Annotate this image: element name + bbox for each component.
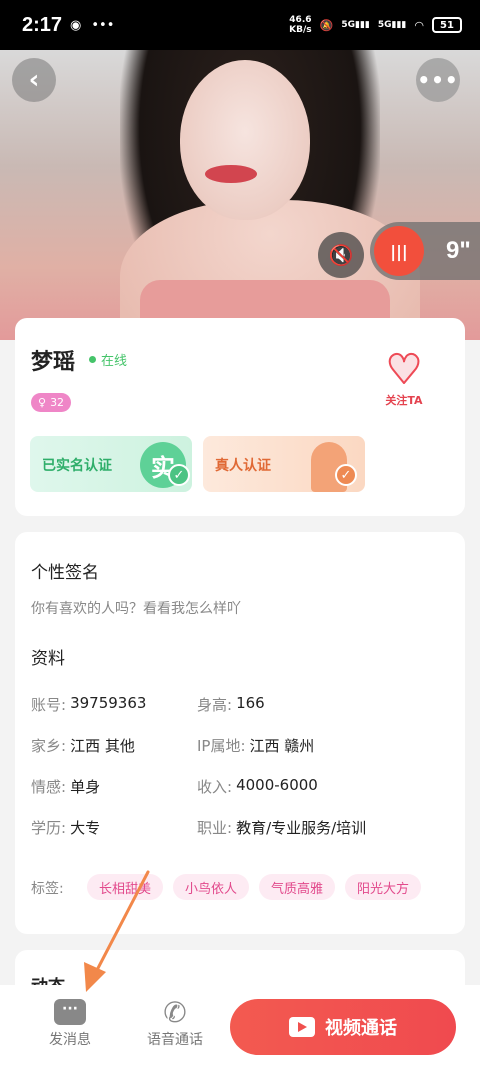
follow-button[interactable]: ♥ 关注TA	[379, 347, 429, 408]
voice-call-button[interactable]: ✆ 语音通话	[135, 995, 215, 1049]
check-icon: ✓	[335, 464, 357, 486]
details-title: 资料	[31, 649, 65, 669]
tag-item: 气质高雅	[259, 874, 336, 900]
voice-intro-button[interactable]: ||| 9"	[370, 222, 480, 280]
real-person-verified-badge: 真人认证 ✓	[203, 436, 365, 492]
field-account: 账号: 39759363	[31, 694, 147, 714]
net-speed: 46.6 KB/s	[289, 15, 312, 35]
battery-icon: 51	[432, 17, 462, 33]
bottom-action-bar: ··· 发消息 ✆ 语音通话 视频通话	[0, 985, 480, 1066]
video-camera-icon	[289, 1017, 315, 1037]
signal-icon: 5G▮▮▮	[341, 20, 370, 30]
tag-item: 小鸟依人	[173, 874, 250, 900]
video-call-button[interactable]: 视频通话	[230, 999, 456, 1055]
age-badge: ♀ 32	[31, 393, 72, 412]
field-income: 收入: 4000-6000	[197, 776, 318, 796]
online-dot-icon	[89, 356, 96, 363]
wifi-icon: ◠	[414, 18, 424, 32]
check-icon: ✓	[168, 464, 190, 486]
field-occupation: 职业: 教育/专业服务/培训	[197, 819, 367, 837]
heart-icon: ♥	[385, 347, 423, 393]
tag-item: 长相甜美	[87, 874, 164, 900]
phone-icon: ✆	[163, 995, 187, 1029]
more-dots-icon: •••	[91, 17, 115, 33]
voice-duration: 9"	[446, 237, 471, 264]
message-icon: ···	[54, 999, 86, 1025]
female-icon: ♀	[38, 396, 47, 409]
sound-toggle-button[interactable]: 🔇	[318, 232, 364, 278]
signal-icon-2: 5G▮▮▮	[377, 20, 407, 30]
profile-card: 梦瑶 在线 ♀ 32 ♥ 关注TA 已实名认证 实 ✓ 真人认证 ✓	[15, 318, 465, 516]
profile-photo[interactable]	[0, 50, 480, 340]
field-education: 学历: 大专	[31, 819, 101, 837]
field-height: 身高: 166	[197, 694, 265, 714]
field-ip-location: IP属地: 江西 赣州	[197, 737, 315, 755]
tags-label: 标签:	[31, 881, 64, 897]
signature-title: 个性签名	[31, 563, 99, 583]
back-icon: ‹	[28, 65, 40, 95]
tag-item: 阳光大方	[345, 874, 422, 900]
status-time: 2:17	[22, 13, 63, 36]
follow-label: 关注TA	[385, 394, 423, 407]
status-bar: 2:17 ◉ ••• 46.6 KB/s 🔕 5G▮▮▮ 5G▮▮▮ ◠ 51	[0, 0, 480, 50]
signature-text: 你有喜欢的人吗？看看我怎么样吖	[31, 601, 241, 617]
notification-dot-icon: ◉	[70, 17, 82, 33]
user-name: 梦瑶	[31, 350, 76, 375]
voice-wave-icon: |||	[374, 226, 424, 276]
sound-off-icon: 🔇	[328, 243, 354, 267]
back-button[interactable]: ‹	[12, 58, 56, 102]
more-icon: •••	[417, 68, 459, 92]
send-message-button[interactable]: ··· 发消息	[30, 995, 110, 1049]
online-status: 在线	[89, 350, 127, 369]
info-card: 个性签名 你有喜欢的人吗？看看我怎么样吖 资料 账号: 39759363 身高: 1…	[15, 532, 465, 934]
mute-icon: 🔕	[319, 18, 334, 32]
more-button[interactable]: •••	[416, 58, 460, 102]
field-hometown: 家乡: 江西 其他	[31, 737, 135, 755]
real-name-verified-badge: 已实名认证 实 ✓	[30, 436, 192, 492]
field-relationship: 情感: 单身	[31, 778, 101, 796]
